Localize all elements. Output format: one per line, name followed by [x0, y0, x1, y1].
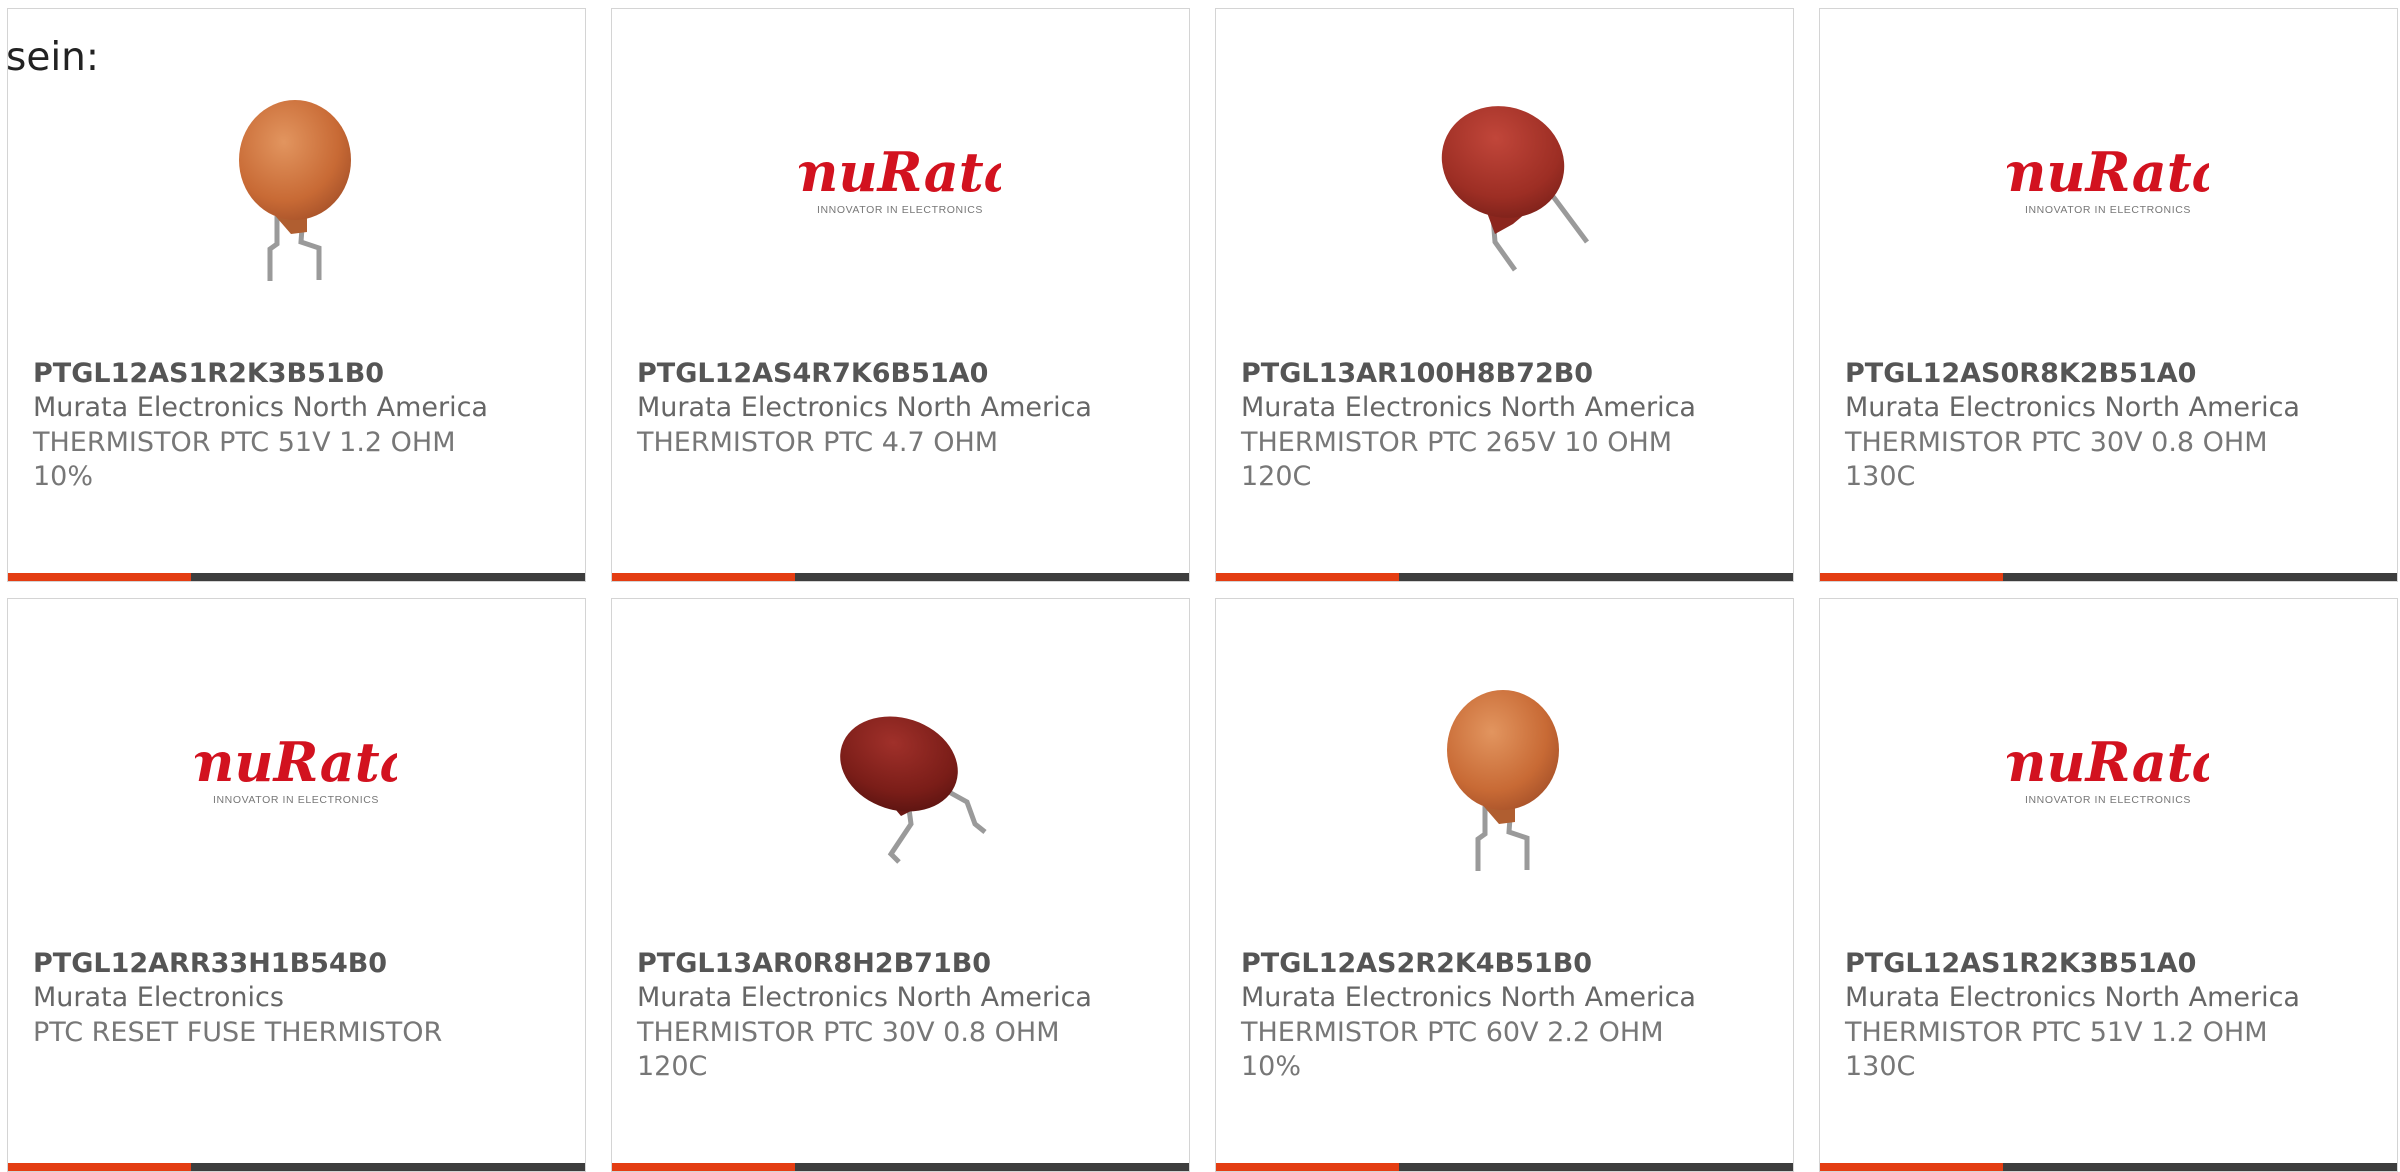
product-card[interactable]: PTGL13AR100H8B72B0 Murata Electronics No… [1215, 8, 1794, 582]
manufacturer: Murata Electronics North America [637, 392, 1092, 423]
manufacturer: Murata Electronics North America [1241, 982, 1696, 1013]
part-number[interactable]: PTGL12ARR33H1B54B0 [33, 948, 387, 979]
part-number[interactable]: PTGL12AS4R7K6B51A0 [637, 358, 988, 389]
card-bottom-bar [1820, 573, 2397, 581]
svg-text:INNOVATOR IN ELECTRONICS: INNOVATOR IN ELECTRONICS [817, 204, 983, 216]
product-image[interactable] [799, 674, 1001, 876]
manufacturer: Murata Electronics [33, 982, 284, 1013]
manufacturer: Murata Electronics North America [1845, 392, 2300, 423]
card-bottom-bar [8, 573, 585, 581]
svg-text:muRata: muRata [799, 140, 1001, 204]
description: THERMISTOR PTC 60V 2.2 OHM 10% [1241, 1017, 1664, 1082]
description: THERMISTOR PTC 30V 0.8 OHM 130C [1845, 427, 2268, 492]
svg-text:INNOVATOR IN ELECTRONICS: INNOVATOR IN ELECTRONICS [2025, 204, 2191, 216]
part-number[interactable]: PTGL13AR0R8H2B71B0 [637, 948, 991, 979]
card-bottom-bar [612, 1163, 1189, 1171]
product-card[interactable]: PTGL12AS1R2K3B51B0 Murata Electronics No… [7, 8, 586, 582]
part-number[interactable]: PTGL12AS2R2K4B51B0 [1241, 948, 1592, 979]
manufacturer: Murata Electronics North America [1845, 982, 2300, 1013]
product-image[interactable] [1403, 84, 1605, 286]
description: PTC RESET FUSE THERMISTOR [33, 1017, 443, 1048]
part-number[interactable]: PTGL13AR100H8B72B0 [1241, 358, 1593, 389]
murata-logo[interactable]: muRata INNOVATOR IN ELECTRONICS [2007, 674, 2209, 876]
product-card[interactable]: muRata INNOVATOR IN ELECTRONICS PTGL12AS… [1819, 8, 2398, 582]
card-bottom-bar [1216, 573, 1793, 581]
card-bottom-bar [8, 1163, 585, 1171]
part-number[interactable]: PTGL12AS1R2K3B51B0 [33, 358, 384, 389]
svg-text:INNOVATOR IN ELECTRONICS: INNOVATOR IN ELECTRONICS [213, 794, 379, 806]
murata-logo[interactable]: muRata INNOVATOR IN ELECTRONICS [799, 84, 1001, 286]
product-card[interactable]: muRata INNOVATOR IN ELECTRONICS PTGL12AS… [1819, 598, 2398, 1172]
description: THERMISTOR PTC 30V 0.8 OHM 120C [637, 1017, 1060, 1082]
svg-text:INNOVATOR IN ELECTRONICS: INNOVATOR IN ELECTRONICS [2025, 794, 2191, 806]
murata-logo[interactable]: muRata INNOVATOR IN ELECTRONICS [195, 674, 397, 876]
murata-logo[interactable]: muRata INNOVATOR IN ELECTRONICS [2007, 84, 2209, 286]
svg-text:muRata: muRata [2007, 730, 2209, 794]
card-bottom-bar [1216, 1163, 1793, 1171]
part-number[interactable]: PTGL12AS1R2K3B51A0 [1845, 948, 2196, 979]
svg-text:muRata: muRata [195, 730, 397, 794]
product-card[interactable]: muRata INNOVATOR IN ELECTRONICS PTGL12AS… [611, 8, 1190, 582]
manufacturer: Murata Electronics North America [33, 392, 488, 423]
manufacturer: Murata Electronics North America [637, 982, 1092, 1013]
product-card[interactable]: PTGL12AS2R2K4B51B0 Murata Electronics No… [1215, 598, 1794, 1172]
product-card[interactable]: PTGL13AR0R8H2B71B0 Murata Electronics No… [611, 598, 1190, 1172]
svg-text:muRata: muRata [2007, 140, 2209, 204]
product-image[interactable] [1403, 674, 1605, 876]
product-image[interactable] [195, 84, 397, 286]
card-bottom-bar [1820, 1163, 2397, 1171]
manufacturer: Murata Electronics North America [1241, 392, 1696, 423]
description: THERMISTOR PTC 265V 10 OHM 120C [1241, 427, 1673, 492]
intro-text: sein: [6, 35, 100, 80]
description: THERMISTOR PTC 51V 1.2 OHM 130C [1845, 1017, 2268, 1082]
product-card[interactable]: muRata INNOVATOR IN ELECTRONICS PTGL12AR… [7, 598, 586, 1172]
card-bottom-bar [612, 573, 1189, 581]
description: THERMISTOR PTC 51V 1.2 OHM 10% [33, 427, 456, 492]
part-number[interactable]: PTGL12AS0R8K2B51A0 [1845, 358, 2196, 389]
description: THERMISTOR PTC 4.7 OHM [637, 427, 999, 458]
